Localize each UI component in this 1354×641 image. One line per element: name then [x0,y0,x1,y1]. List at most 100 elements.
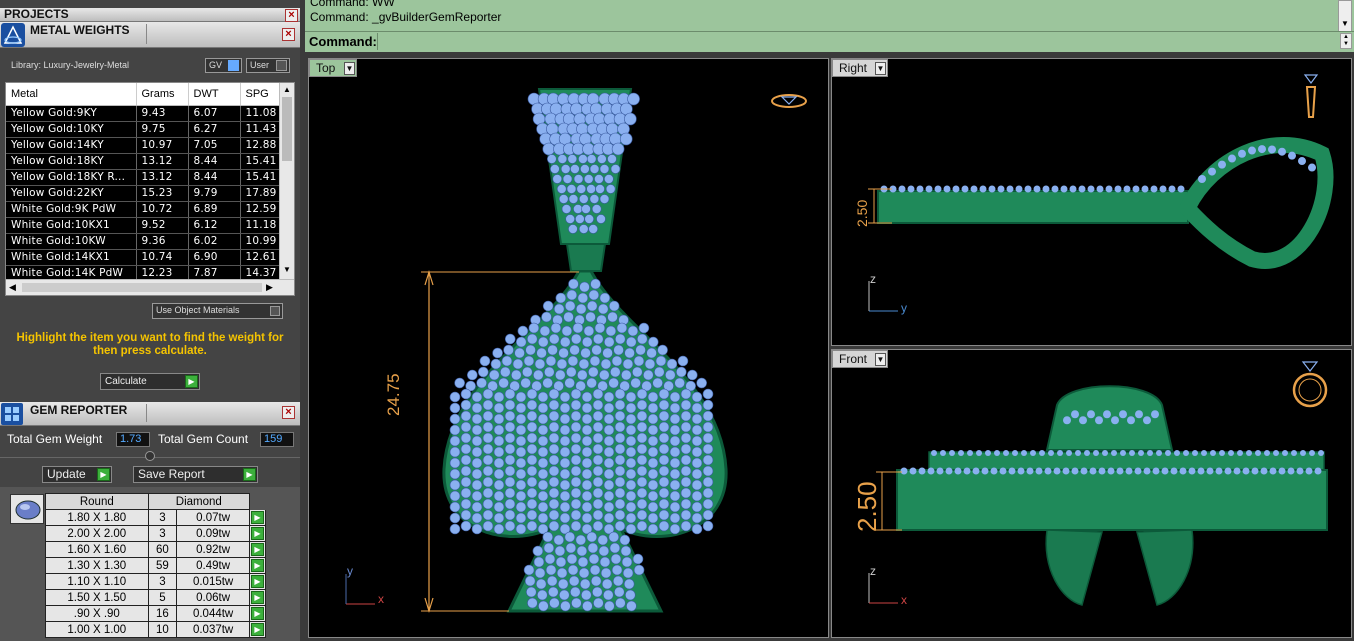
close-metal-weights-icon[interactable]: × [282,28,295,41]
top-viewport-tab[interactable]: Top ▼ [309,59,357,77]
select-gem-button[interactable]: ▶ [249,525,266,542]
y-axis-label: y [347,564,353,578]
gem-row[interactable]: 1.80 X 1.80 3 0.07tw ▶ [45,509,266,526]
gem-table: Round Diamond 1.80 X 1.80 3 0.07tw ▶ 2.00 X … [45,493,266,638]
dwt-cell: 8.44 [188,169,241,186]
gem-weight-cell: 0.044tw [176,605,250,622]
grams-cell: 15.23 [136,185,189,202]
right-viewport[interactable]: Right ▼ 2.50 z y [831,58,1352,346]
metal-table[interactable]: Metal Grams DWT SPG Yellow Gold:9KY 9.43 6… [5,82,295,296]
scroll-thumb[interactable] [282,97,292,161]
grams-cell: 10.97 [136,137,189,154]
update-button[interactable]: Update ▶ [42,466,112,483]
select-gem-button[interactable]: ▶ [249,589,266,606]
grams-cell: 10.74 [136,249,189,266]
ring-front-icon [1292,361,1328,408]
save-report-button[interactable]: Save Report ▶ [133,466,258,483]
splitter[interactable] [0,451,300,463]
scroll-up-icon[interactable]: ▲ [283,85,291,94]
col-metal[interactable]: Metal [6,83,137,106]
command-area: Command: WW Command: _gvBuilderGemReport… [305,0,1354,52]
select-gem-button[interactable]: ▶ [249,573,266,590]
gem-row[interactable]: .90 X .90 16 0.044tw ▶ [45,605,266,622]
command-spinner-icon[interactable]: ▲ ▼ [1340,33,1352,49]
gem-reporter-icon [1,403,23,425]
gem-row[interactable]: 1.00 X 1.00 10 0.037tw ▶ [45,621,266,638]
select-gem-button[interactable]: ▶ [249,541,266,558]
gem-reporter-header[interactable]: GEM REPORTER [0,402,300,426]
close-projects-icon[interactable]: × [285,9,298,22]
gem-size-cell: 2.00 X 2.00 [45,525,149,542]
user-toggle[interactable]: User [246,58,290,73]
metal-cell: Yellow Gold:22KY [6,185,137,202]
gv-toggle[interactable]: GV [205,58,242,73]
splitter-handle-icon[interactable] [145,451,155,461]
gem-row[interactable]: 1.10 X 1.10 3 0.015tw ▶ [45,573,266,590]
table-row[interactable]: White Gold:14KX1 10.74 6.90 12.61 [6,249,291,266]
table-row[interactable]: White Gold:10KW 9.36 6.02 10.99 [6,233,291,250]
top-view-model [421,88,728,614]
metal-weights-header[interactable]: METAL WEIGHTS [0,22,300,48]
table-row[interactable]: Yellow Gold:10KY 9.75 6.27 11.43 [6,121,291,138]
scroll-down-icon[interactable]: ▼ [1341,19,1349,28]
right-viewport-tab[interactable]: Right ▼ [832,59,888,77]
front-viewport[interactable]: Front ▼ 2.50 z x [831,349,1352,638]
table-row[interactable]: Yellow Gold:9KY 9.43 6.07 11.08 [6,105,291,122]
dwt-cell: 6.89 [188,201,241,218]
scroll-right-icon[interactable]: ▶ [266,282,273,293]
gem-count-cell: 3 [147,509,178,526]
use-object-materials-toggle[interactable]: Use Object Materials [152,303,283,319]
front-viewport-tab[interactable]: Front ▼ [832,350,888,368]
close-gem-reporter-icon[interactable]: × [282,406,295,419]
metal-cell: White Gold:10KX1 [6,217,137,234]
select-gem-button[interactable]: ▶ [249,557,266,574]
col-dwt[interactable]: DWT [188,83,241,106]
calculate-button[interactable]: Calculate ▶ [100,373,200,390]
gem-reporter-title: GEM REPORTER [30,403,128,417]
gem-count-cell: 16 [147,605,178,622]
scroll-left-icon[interactable]: ◀ [9,282,16,293]
metal-table-grid: Metal Grams DWT SPG Yellow Gold:9KY 9.43 6… [6,83,291,282]
col-grams[interactable]: Grams [136,83,189,106]
chevron-down-icon[interactable]: ▼ [875,62,886,75]
gem-row[interactable]: 1.60 X 1.60 60 0.92tw ▶ [45,541,266,558]
gem-size-cell: .90 X .90 [45,605,149,622]
history-scrollbar[interactable]: ▼ [1338,0,1352,32]
projects-header[interactable]: PROJECTS [0,8,300,22]
metal-table-hscroll[interactable]: ◀ ▶ [6,279,294,295]
gem-row[interactable]: 1.30 X 1.30 59 0.49tw ▶ [45,557,266,574]
dwt-cell: 6.02 [188,233,241,250]
grams-cell: 13.12 [136,153,189,170]
table-row[interactable]: Yellow Gold:18KY 13.12 8.44 15.41 [6,153,291,170]
gem-shape-header: Round [45,493,149,510]
table-row[interactable]: Yellow Gold:14KY 10.97 7.05 12.88 [6,137,291,154]
z-axis-label: z [870,564,876,578]
table-row[interactable]: White Gold:10KX1 9.52 6.12 11.18 [6,217,291,234]
metal-table-vscroll[interactable]: ▲ ▼ [279,83,294,279]
chevron-down-icon[interactable]: ▼ [344,62,355,75]
top-viewport[interactable]: Top ▼ 24.75 y x [308,58,829,638]
go-arrow-icon: ▶ [251,527,264,540]
table-row[interactable]: Yellow Gold:22KY 15.23 9.79 17.89 [6,185,291,202]
select-gem-button[interactable]: ▶ [249,621,266,638]
right-viewport-label: Right [839,61,868,75]
gem-count-cell: 10 [147,621,178,638]
hscroll-thumb[interactable] [22,283,262,292]
table-row[interactable]: White Gold:9K PdW 10.72 6.89 12.59 [6,201,291,218]
command-input[interactable]: Command: ▲ ▼ [305,31,1354,51]
gem-row[interactable]: 1.50 X 1.50 5 0.06tw ▶ [45,589,266,606]
chevron-down-icon[interactable]: ▼ [875,353,886,366]
update-label: Update [47,467,86,481]
gem-weight-cell: 0.07tw [176,509,250,526]
dwt-cell: 7.05 [188,137,241,154]
grams-cell: 9.52 [136,217,189,234]
gem-row[interactable]: 2.00 X 2.00 3 0.09tw ▶ [45,525,266,542]
command-prompt: Command: [309,34,377,49]
scroll-down-icon[interactable]: ▼ [283,265,291,274]
table-row[interactable]: Yellow Gold:18KY R... 13.12 8.44 15.41 [6,169,291,186]
select-gem-button[interactable]: ▶ [249,605,266,622]
front-viewport-label: Front [839,352,868,366]
gem-count-cell: 3 [147,525,178,542]
gem-count-cell: 59 [147,557,178,574]
select-gem-button[interactable]: ▶ [249,509,266,526]
